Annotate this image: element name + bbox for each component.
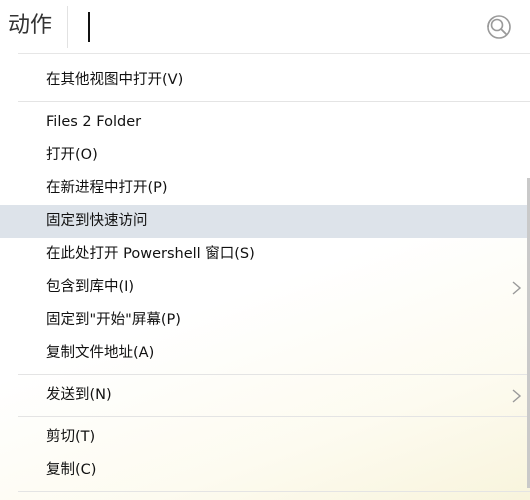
menu-item-label: 复制文件地址(A) <box>46 345 155 361</box>
menu-item-include-in-library[interactable]: 包含到库中(I) <box>0 271 530 304</box>
menu-item-open-powershell[interactable]: 在此处打开 Powershell 窗口(S) <box>0 238 530 271</box>
menu-item-open-new-process[interactable]: 在新进程中打开(P) <box>0 172 530 205</box>
menu-item-label: 打开(O) <box>46 147 98 163</box>
chevron-right-icon <box>512 389 522 403</box>
search-input[interactable] <box>88 12 90 42</box>
menu-item-label: 包含到库中(I) <box>46 279 135 295</box>
menu-item-open-in-other-view[interactable]: 在其他视图中打开(V) <box>0 64 530 97</box>
menu-item-label: 发送到(N) <box>46 387 112 403</box>
menu-item-send-to[interactable]: 发送到(N) <box>0 379 530 412</box>
menu-item-label: 固定到"开始"屏幕(P) <box>46 312 181 328</box>
menu-item-files-2-folder[interactable]: Files 2 Folder <box>0 106 530 139</box>
menu-item-label: Files 2 Folder <box>46 114 142 130</box>
menu-item-label: 在其他视图中打开(V) <box>46 72 184 88</box>
search-bar: 动作 <box>0 0 530 54</box>
menu-item-label: 剪切(T) <box>46 429 96 445</box>
search-settings-icon[interactable] <box>484 12 514 42</box>
search-divider <box>67 6 68 48</box>
menu-item-copy[interactable]: 复制(C) <box>0 454 530 487</box>
menu-item-pin-to-start[interactable]: 固定到"开始"屏幕(P) <box>0 304 530 337</box>
menu-item-label: 复制(C) <box>46 462 97 478</box>
menu-separator <box>18 491 530 492</box>
context-menu: 在其他视图中打开(V) Files 2 Folder 打开(O) 在新进程中打开… <box>0 54 530 492</box>
menu-item-pin-quick-access[interactable]: 固定到快速访问 <box>0 205 530 238</box>
menu-item-label: 固定到快速访问 <box>46 213 148 229</box>
search-label: 动作 <box>8 13 53 38</box>
menu-item-label: 在新进程中打开(P) <box>46 180 168 196</box>
chevron-right-icon <box>512 281 522 295</box>
menu-item-open[interactable]: 打开(O) <box>0 139 530 172</box>
menu-item-label: 在此处打开 Powershell 窗口(S) <box>46 246 255 262</box>
menu-item-cut[interactable]: 剪切(T) <box>0 421 530 454</box>
menu-item-copy-path[interactable]: 复制文件地址(A) <box>0 337 530 370</box>
